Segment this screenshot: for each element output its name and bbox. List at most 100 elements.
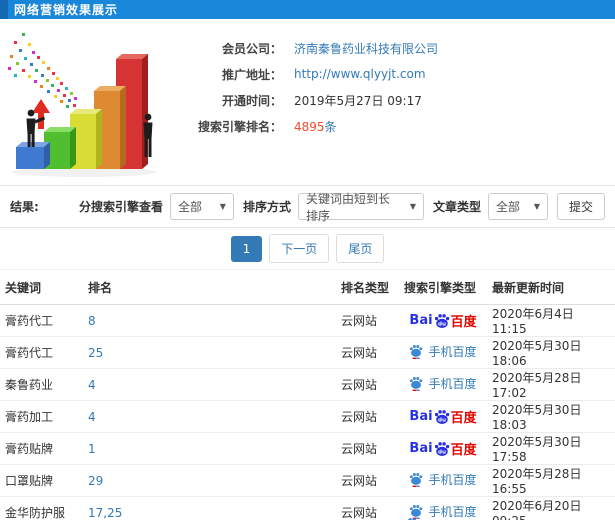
keyword-ranking-table: 关键词 排名 排名类型 搜索引擎类型 最新更新时间 膏药代工 8 云网站 Bai…	[0, 270, 615, 520]
col-header-updated: 最新更新时间	[487, 270, 615, 305]
col-header-rank-type: 排名类型	[336, 270, 399, 305]
rank-type-cell: 云网站	[336, 464, 399, 497]
keyword-cell: 金华防护服	[0, 496, 83, 520]
member-info-fields: 会员公司： 济南秦鲁药业科技有限公司 推广地址： http://www.qlyy…	[186, 19, 615, 139]
rank-type-cell: 云网站	[336, 400, 399, 433]
page-1-button[interactable]: 1	[230, 235, 263, 262]
rank-cell: 25	[83, 336, 336, 369]
updated-cell: 2020年5月30日 18:06	[487, 336, 615, 369]
engine-type-cell: 手机百度	[399, 368, 487, 401]
baidu-paw-icon: du	[434, 313, 449, 328]
updated-cell: 2020年6月4日 11:15	[487, 304, 615, 337]
article-type-select-value: 全部	[495, 200, 520, 214]
table-row: 口罩贴牌 29 云网站 手机百度 2020年5月28日 16:55	[0, 464, 615, 497]
rank-link[interactable]: 4	[88, 378, 96, 392]
table-row: 膏药贴牌 1 云网站 Bai du 百度 2020年5月30日 17:58	[0, 432, 615, 465]
rank-type-cell: 云网站	[336, 496, 399, 520]
sort-filter-label: 排序方式	[242, 200, 291, 214]
keyword-cell: 秦鲁药业	[0, 368, 83, 401]
engine-filter-label: 分搜索引擎查看	[78, 200, 163, 214]
sort-select[interactable]: 关键词由短到长排序 ▼	[297, 192, 424, 223]
rank-type-cell: 云网站	[336, 368, 399, 401]
chevron-down-icon: ▼	[219, 202, 226, 211]
baidu-paw-icon: du	[434, 409, 449, 424]
pagination: 1 下一页 尾页	[0, 228, 615, 270]
rank-link[interactable]: 4	[88, 410, 96, 424]
rank-link[interactable]: 17,25	[88, 506, 122, 520]
rank-count-value: 4895条	[294, 118, 337, 135]
rank-cell: 29	[83, 464, 336, 497]
engine-select[interactable]: 全部 ▼	[169, 193, 234, 220]
svg-text:du: du	[438, 417, 446, 423]
engine-type-cell: Bai du 百度	[399, 304, 487, 337]
updated-cell: 2020年5月28日 17:02	[487, 368, 615, 401]
next-page-button[interactable]: 下一页	[269, 234, 330, 263]
open-time-value: 2019年5月27日 09:17	[294, 93, 422, 108]
svg-text:du: du	[438, 449, 446, 455]
engine-type-cell: 手机百度	[399, 464, 487, 497]
rank-link[interactable]: 1	[88, 442, 96, 456]
keyword-cell: 膏药加工	[0, 400, 83, 433]
last-page-button[interactable]: 尾页	[336, 234, 385, 263]
member-info-section: 会员公司： 济南秦鲁药业科技有限公司 推广地址： http://www.qlyy…	[0, 19, 615, 185]
table-row: 秦鲁药业 4 云网站 手机百度 2020年5月28日 17:02	[0, 368, 615, 401]
rank-link[interactable]: 25	[88, 346, 103, 360]
info-row-rank-count: 搜索引擎排名： 4895条	[186, 113, 615, 139]
table-row: 金华防护服 17,25 云网站 手机百度 2020年6月20日	[0, 496, 615, 520]
updated-cell: 2020年5月30日 17:58	[487, 432, 615, 465]
col-header-rank: 排名	[83, 270, 336, 305]
promo-url-link[interactable]: http://www.qlyyjt.com	[294, 67, 426, 81]
rank-link[interactable]: 8	[88, 314, 96, 328]
rank-type-cell: 云网站	[336, 432, 399, 465]
info-row-open-time: 开通时间： 2019年5月27日 09:17	[186, 87, 615, 113]
col-header-keyword: 关键词	[0, 270, 83, 305]
article-type-label: 文章类型	[432, 200, 481, 214]
table-header-row: 关键词 排名 排名类型 搜索引擎类型 最新更新时间	[0, 270, 615, 305]
rank-cell: 4	[83, 368, 336, 401]
rank-cell: 4	[83, 400, 336, 433]
keyword-cell: 膏药贴牌	[0, 432, 83, 465]
company-label: 会员公司：	[221, 41, 282, 56]
rank-cell: 17,25	[83, 496, 336, 520]
keyword-cell: 膏药代工	[0, 336, 83, 369]
rank-cell: 1	[83, 432, 336, 465]
page-header: 网络营销效果展示	[0, 0, 615, 19]
open-time-label: 开通时间：	[221, 93, 282, 108]
result-label: 结果:	[10, 200, 39, 214]
info-row-url: 推广地址： http://www.qlyyjt.com	[186, 61, 615, 87]
result-filter-bar: 结果: 分搜索引擎查看 全部 ▼ 排序方式 关键词由短到长排序 ▼ 文章类型 全…	[0, 185, 615, 228]
baidu-paw-icon: du	[434, 441, 449, 456]
page-title: 网络营销效果展示	[14, 3, 119, 17]
article-type-select[interactable]: 全部 ▼	[487, 193, 548, 220]
bar-chart-growth-illustration	[8, 33, 156, 177]
svg-text:du: du	[438, 321, 446, 327]
updated-cell: 2020年5月30日 18:03	[487, 400, 615, 433]
sort-select-value: 关键词由短到长排序	[305, 191, 390, 223]
table-row: 膏药加工 4 云网站 Bai du 百度 2020年5月30日 18:03	[0, 400, 615, 433]
info-row-company: 会员公司： 济南秦鲁药业科技有限公司	[186, 35, 615, 61]
submit-button[interactable]: 提交	[556, 193, 605, 220]
rank-count-suffix: 条	[324, 119, 337, 134]
mobile-baidu-logo: 手机百度	[409, 471, 477, 488]
engine-select-value: 全部	[177, 200, 202, 214]
updated-cell: 2020年6月20日 09:25	[487, 496, 615, 520]
keyword-cell: 口罩贴牌	[0, 464, 83, 497]
confetti-dots	[8, 33, 77, 108]
table-row: 膏药代工 25 云网站 手机百度 2020年5月30日 18:06	[0, 336, 615, 369]
mobile-baidu-paw-icon	[410, 472, 423, 487]
updated-cell: 2020年5月28日 16:55	[487, 464, 615, 497]
mobile-baidu-paw-icon	[410, 376, 423, 391]
col-header-engine-type: 搜索引擎类型	[399, 270, 487, 305]
rank-link[interactable]: 29	[88, 474, 103, 488]
mobile-baidu-logo: 手机百度	[409, 375, 477, 392]
table-row: 膏药代工 8 云网站 Bai du 百度 2020年6月4日 11:15	[0, 304, 615, 337]
rank-cell: 8	[83, 304, 336, 337]
mobile-baidu-paw-icon	[410, 344, 423, 359]
baidu-logo: Bai du 百度	[409, 409, 477, 426]
promo-url-label: 推广地址：	[221, 67, 282, 82]
chevron-down-icon: ▼	[409, 202, 416, 211]
company-link[interactable]: 济南秦鲁药业科技有限公司	[294, 40, 438, 57]
baidu-logo: Bai du 百度	[409, 441, 477, 458]
engine-type-cell: Bai du 百度	[399, 400, 487, 433]
rank-count-number: 4895	[294, 119, 325, 134]
